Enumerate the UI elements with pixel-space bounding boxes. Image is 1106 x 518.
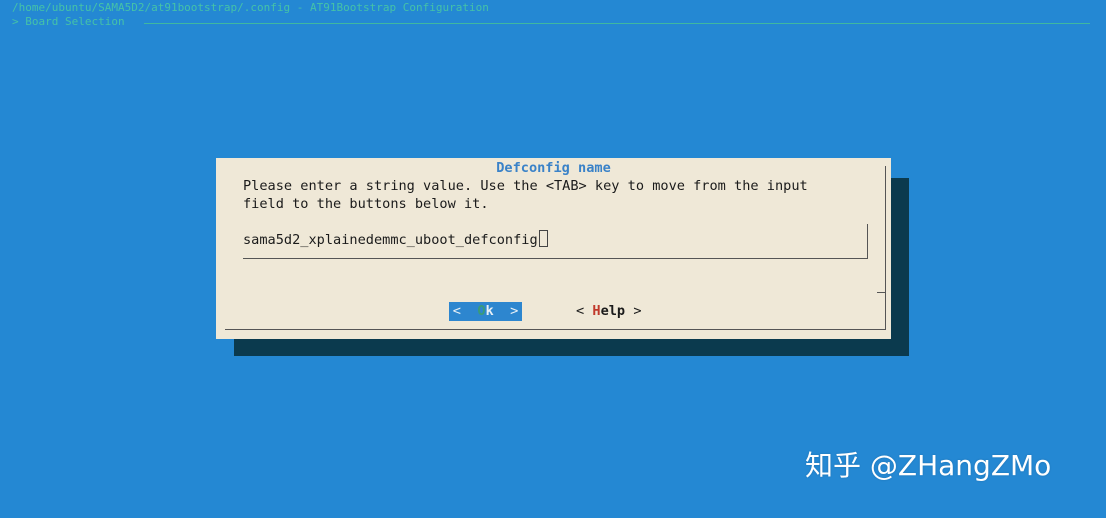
help-hotkey: H xyxy=(592,303,601,319)
terminal-header-rule xyxy=(144,23,1090,24)
ok-button[interactable]: < Ok > xyxy=(449,302,522,321)
help-button[interactable]: < Help > xyxy=(576,302,642,321)
prompt-line-1: Please enter a string value. Use the <TA… xyxy=(243,178,808,194)
terminal-title-line: /home/ubuntu/SAMA5D2/at91bootstrap/.conf… xyxy=(12,1,489,14)
dialog-button-separator xyxy=(877,292,885,293)
defconfig-input-value: sama5d2_xplainedemmc_uboot_defconfig xyxy=(243,232,538,248)
ok-pad-right xyxy=(494,303,502,319)
dialog-prompt: Please enter a string value. Use the <TA… xyxy=(243,177,873,213)
ok-hotkey: O xyxy=(477,303,486,319)
ok-pad-left xyxy=(461,303,469,319)
watermark: 知乎 @ZHangZMo xyxy=(805,449,1052,482)
defconfig-input[interactable]: sama5d2_xplainedemmc_uboot_defconfig xyxy=(243,230,548,249)
help-left-bracket: < xyxy=(576,303,585,319)
ok-label-rest: k xyxy=(485,303,494,319)
ok-right-bracket: > xyxy=(510,303,519,319)
defconfig-input-field[interactable]: sama5d2_xplainedemmc_uboot_defconfig xyxy=(243,224,868,259)
ok-left-bracket: < xyxy=(452,303,461,319)
dialog-title: Defconfig name xyxy=(216,159,891,177)
block-cursor-icon xyxy=(538,230,548,247)
terminal-header: /home/ubuntu/SAMA5D2/at91bootstrap/.conf… xyxy=(12,0,1090,28)
dialog-title-text: Defconfig name xyxy=(492,160,615,176)
terminal-breadcrumb-line: > Board Selection xyxy=(12,15,125,28)
ok-pad-right-2 xyxy=(502,303,510,319)
help-label-rest: elp xyxy=(600,303,626,319)
dialog-button-row: < Ok > < Help > xyxy=(216,302,891,321)
defconfig-dialog: Defconfig name Please enter a string val… xyxy=(216,158,891,339)
prompt-line-2: field to the buttons below it. xyxy=(243,196,489,212)
help-right-bracket: > xyxy=(633,303,642,319)
